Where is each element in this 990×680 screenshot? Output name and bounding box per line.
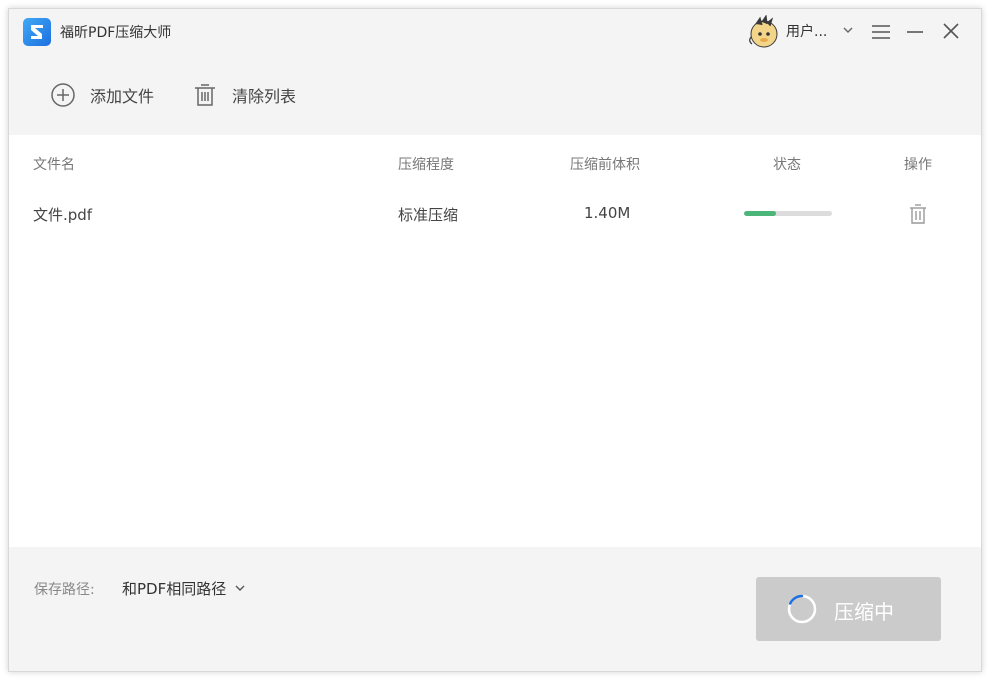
minimize-icon[interactable] (906, 23, 924, 41)
close-icon[interactable] (942, 22, 960, 40)
table-row[interactable]: 文件.pdf 标准压缩 1.40M (9, 191, 981, 239)
column-header-level: 压缩程度 (398, 157, 454, 173)
file-list: 文件名 压缩程度 压缩前体积 状态 操作 文件.pdf 标准压缩 1.40M (9, 135, 981, 547)
delete-row-icon[interactable] (908, 203, 928, 225)
save-path-select[interactable]: 和PDF相同路径 (122, 577, 246, 599)
user-avatar[interactable] (747, 14, 781, 49)
table-header: 文件名 压缩程度 压缩前体积 状态 操作 (9, 135, 981, 191)
column-header-status: 状态 (773, 157, 801, 173)
column-header-name: 文件名 (33, 157, 75, 173)
clear-list-label: 清除列表 (232, 87, 297, 106)
footer: 保存路径: 和PDF相同路径 压缩中 (9, 547, 981, 671)
file-size: 1.40M (584, 204, 631, 222)
trash-icon (195, 84, 215, 106)
title-bar: 福昕PDF压缩大师 用户... (9, 9, 981, 55)
spinner-icon (787, 594, 817, 624)
compress-label: 压缩中 (834, 600, 894, 624)
save-path-value: 和PDF相同路径 (122, 579, 227, 598)
column-header-size: 压缩前体积 (570, 157, 640, 173)
app-title: 福昕PDF压缩大师 (60, 25, 172, 41)
app-logo-icon (23, 18, 51, 46)
save-path-label: 保存路径: (34, 582, 95, 598)
progress-bar (744, 211, 832, 216)
compress-button[interactable]: 压缩中 (756, 577, 941, 641)
chevron-down-icon[interactable] (842, 24, 854, 36)
column-header-action: 操作 (904, 157, 932, 173)
plus-circle-icon (51, 83, 75, 107)
add-file-label: 添加文件 (90, 87, 155, 106)
clear-list-button[interactable]: 清除列表 (192, 81, 296, 109)
app-window: 福昕PDF压缩大师 用户... 添加文件 清除列表 文件名 压缩程度 压缩前体积… (8, 8, 982, 672)
toolbar: 添加文件 清除列表 (9, 55, 981, 135)
progress-fill (744, 211, 776, 216)
user-name[interactable]: 用户... (786, 21, 827, 41)
file-name: 文件.pdf (33, 206, 93, 224)
compression-level: 标准压缩 (398, 206, 459, 224)
add-file-button[interactable]: 添加文件 (50, 81, 154, 109)
menu-icon[interactable] (871, 23, 891, 41)
chevron-down-icon (235, 585, 245, 591)
